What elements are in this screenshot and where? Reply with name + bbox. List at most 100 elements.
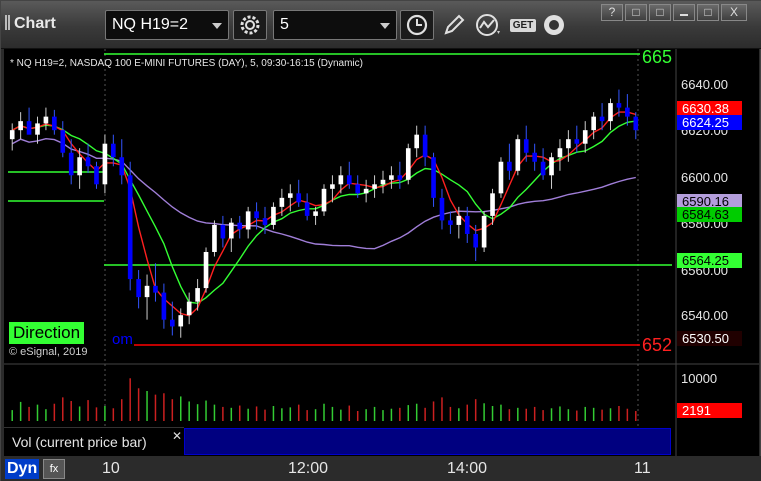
draw-tool-button[interactable] [441, 12, 467, 38]
candle-body [439, 197, 445, 221]
candle-body [448, 220, 453, 225]
pencil-icon [444, 14, 465, 35]
volume-legend-close-icon[interactable]: ✕ [172, 429, 182, 443]
partial-text-om: om [112, 331, 133, 348]
candle-body [397, 175, 403, 180]
volume-legend[interactable]: Vol (current price bar) [4, 427, 184, 455]
candle-body [321, 188, 327, 212]
candle-body [540, 161, 546, 176]
link-circle-icon [544, 15, 564, 35]
candle-body [574, 139, 580, 144]
candle-body [287, 193, 293, 198]
partial-price-bottom: 652 [642, 335, 673, 355]
chart-header: * NQ H19=2, NASDAQ 100 E-MINI FUTURES (D… [10, 58, 363, 69]
minimize-icon [680, 14, 688, 16]
minimize-button[interactable] [673, 4, 695, 21]
dock-button[interactable]: □ [697, 4, 719, 21]
price-tag-low: 6530.50 [677, 331, 742, 346]
toolbar: Chart NQ H19=2 5 GET ? □ □ □ X [1, 1, 761, 49]
symbol-input[interactable]: NQ H19=2 [105, 10, 229, 40]
candle-body [111, 143, 116, 158]
gear-icon [240, 15, 260, 35]
candle-body [389, 175, 394, 180]
symbol-dropdown-icon[interactable] [212, 23, 222, 29]
candle-body [515, 139, 521, 171]
candle-body [144, 285, 150, 298]
candle-body [481, 215, 487, 248]
candle-body [43, 116, 49, 124]
candle-body [582, 130, 588, 144]
candle-body [203, 251, 209, 289]
candle-body [119, 157, 125, 176]
candle-body [346, 175, 352, 185]
candle-body [77, 157, 82, 176]
price-axis-label: 6640.00 [681, 77, 728, 92]
candle-body [549, 157, 554, 176]
price-axis-label: 6600.00 [681, 170, 728, 185]
candle-body [498, 161, 504, 194]
time-axis-label: 10 [102, 460, 120, 477]
candle-body [178, 315, 184, 327]
app-title-text: Chart [14, 15, 56, 32]
candle-body [212, 224, 217, 252]
price-tag-last: 6624.25 [677, 115, 742, 130]
get-label: GET [509, 18, 537, 32]
candle-body [473, 233, 478, 248]
link-button[interactable] [541, 12, 567, 38]
candle-body [220, 224, 226, 239]
candle-body [161, 292, 167, 320]
candle-body [245, 211, 251, 230]
candle-body [26, 121, 32, 135]
candle-body [153, 285, 158, 293]
maximize-button[interactable]: □ [649, 4, 671, 21]
time-button[interactable] [400, 10, 434, 40]
candle-body [363, 188, 369, 194]
candle-body [591, 116, 596, 131]
interval-dropdown-icon[interactable] [380, 23, 390, 29]
price-chart[interactable] [4, 49, 759, 456]
dynamic-button[interactable]: Dyn [5, 459, 40, 479]
symbol-value: NQ H19=2 [112, 16, 189, 33]
volume-legend-bar[interactable] [184, 428, 671, 455]
candle-body [136, 279, 141, 298]
app-title[interactable]: Chart [5, 15, 56, 33]
candle-body [507, 161, 512, 171]
price-axis-label: 6540.00 [681, 308, 728, 323]
candle-body [608, 103, 613, 122]
partial-price-top: 665 [642, 47, 673, 67]
candle-body [60, 130, 66, 153]
candle-body [330, 184, 335, 189]
time-axis-label: 11 [634, 460, 651, 477]
candle-body [456, 215, 462, 225]
study-chart-icon [476, 14, 500, 36]
candle-body [9, 130, 15, 140]
settings-button[interactable] [233, 10, 267, 40]
candle-body [68, 152, 74, 176]
help-button[interactable]: ? [601, 4, 623, 21]
candle-body [523, 139, 529, 153]
close-button[interactable]: X [721, 4, 747, 21]
candle-body [431, 157, 436, 198]
study-button[interactable] [475, 12, 501, 38]
candle-body [532, 152, 537, 162]
candle-body [85, 157, 91, 167]
candle-body [186, 301, 192, 316]
candle-body [254, 211, 259, 219]
get-data-button[interactable]: GET [507, 12, 539, 38]
fx-label: fx [49, 463, 59, 475]
fx-button[interactable]: fx [43, 459, 65, 479]
candle-body [464, 215, 470, 234]
interval-input[interactable]: 5 [273, 10, 397, 40]
candle-body [237, 222, 243, 230]
candle-body [405, 148, 411, 180]
restore-button[interactable]: □ [625, 4, 647, 21]
candle-body [94, 166, 99, 185]
candle-body [127, 175, 133, 280]
drag-grip-icon[interactable] [5, 15, 10, 30]
chart-area[interactable]: * NQ H19=2, NASDAQ 100 E-MINI FUTURES (D… [4, 47, 759, 456]
candle-body [372, 184, 377, 189]
candle-body [279, 197, 285, 207]
candle-body [414, 134, 420, 149]
candle-body [625, 107, 630, 117]
price-tag-level: 6564.25 [677, 253, 742, 268]
